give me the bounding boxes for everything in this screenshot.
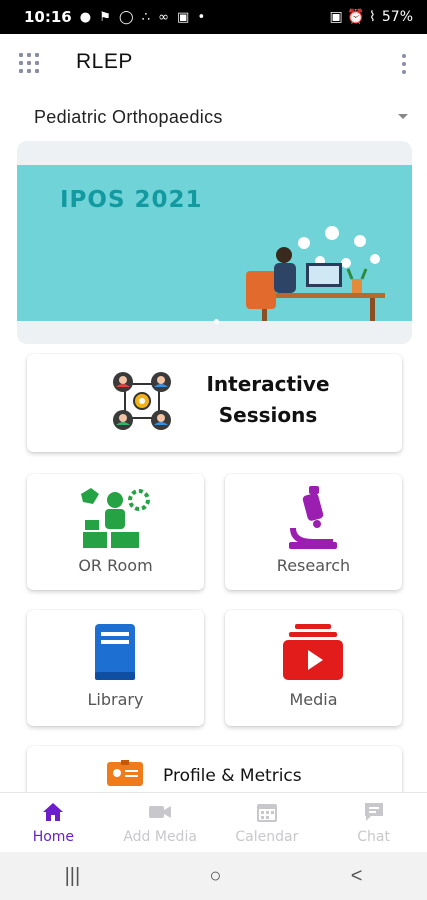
nav-chat-label: Chat xyxy=(357,829,390,845)
nav-calendar-label: Calendar xyxy=(235,829,299,845)
interactive-sessions-card[interactable]: Interactive Sessions xyxy=(27,354,402,452)
doctor-telemedicine-illustration xyxy=(246,226,385,321)
microscope-icon xyxy=(289,486,337,549)
notification-icons: ● ⚑ ◯ ∴ ∞ ▣ • xyxy=(79,9,208,25)
interactive-sessions-line2: Sessions xyxy=(218,403,318,427)
specialty-dropdown[interactable]: Pediatric Orthopaedics xyxy=(20,100,412,134)
video-camera-icon xyxy=(149,806,172,818)
nav-home[interactable]: Home xyxy=(0,793,107,852)
nav-add-media[interactable]: Add Media xyxy=(107,793,214,852)
recents-button[interactable]: ||| xyxy=(65,865,81,888)
or-room-label: OR Room xyxy=(78,556,153,575)
library-card[interactable]: Library xyxy=(27,610,204,726)
surgeon-operating-icon xyxy=(81,488,150,548)
calendar-icon xyxy=(256,804,277,822)
specialty-selected: Pediatric Orthopaedics xyxy=(34,106,223,127)
nav-calendar[interactable]: Calendar xyxy=(214,793,321,852)
system-status-icons: ▣ ⏰ ⌇ xyxy=(329,9,376,25)
video-stack-icon xyxy=(283,624,343,680)
bottom-navigation: Home Add Media Calendar Chat xyxy=(0,792,427,852)
status-bar: 10:16 ● ⚑ ◯ ∴ ∞ ▣ • ▣ ⏰ ⌇ 57% xyxy=(0,0,427,34)
status-time: 10:16 xyxy=(24,8,72,26)
media-card[interactable]: Media xyxy=(225,610,402,726)
battery-level: 57% xyxy=(381,9,413,25)
status-right: ▣ ⏰ ⌇ 57% xyxy=(329,9,413,25)
banner-slide[interactable]: IPOS 2021 xyxy=(17,165,412,321)
overflow-menu-icon[interactable] xyxy=(401,54,407,74)
or-room-card[interactable]: OR Room xyxy=(27,474,204,590)
apps-grid-icon[interactable] xyxy=(19,53,39,73)
library-label: Library xyxy=(87,690,144,709)
banner-title: IPOS 2021 xyxy=(60,187,203,213)
nav-chat[interactable]: Chat xyxy=(320,793,427,852)
chat-bubble-icon xyxy=(364,803,383,821)
book-icon xyxy=(95,624,135,680)
banner-carousel[interactable]: IPOS 2021 xyxy=(17,141,412,344)
app-bar: RLEP xyxy=(0,34,427,92)
media-label: Media xyxy=(289,690,338,709)
home-icon xyxy=(43,803,64,821)
app-title: RLEP xyxy=(76,50,133,73)
research-card[interactable]: Research xyxy=(225,474,402,590)
nav-add-media-label: Add Media xyxy=(123,829,197,845)
chevron-down-icon xyxy=(398,114,408,119)
carousel-dot xyxy=(214,319,219,324)
interactive-sessions-title: Interactive Sessions xyxy=(193,369,343,431)
nav-home-label: Home xyxy=(32,829,75,845)
home-button[interactable]: ○ xyxy=(209,865,221,888)
interactive-sessions-line1: Interactive xyxy=(206,372,330,396)
network-people-gear-icon xyxy=(113,372,171,430)
back-button[interactable]: < xyxy=(351,865,363,888)
profile-metrics-label: Profile & Metrics xyxy=(163,766,302,786)
research-label: Research xyxy=(276,556,351,575)
system-navigation-bar: ||| ○ < xyxy=(0,852,427,900)
id-card-icon xyxy=(107,760,143,786)
